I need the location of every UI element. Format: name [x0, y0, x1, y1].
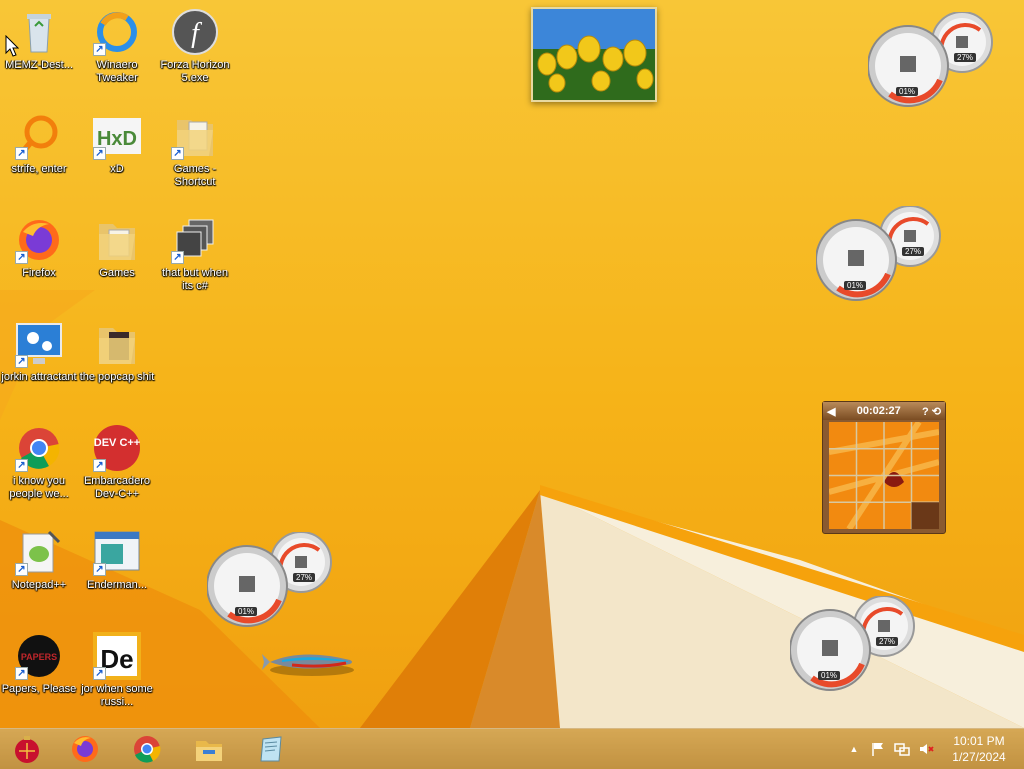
system-clock[interactable]: 10:01 PM 1/27/2024 [944, 733, 1014, 765]
clock-date: 1/27/2024 [952, 750, 1006, 764]
puzzle-header: ◀ 00:02:27 ? ⟲ [823, 402, 945, 420]
file-explorer-icon [196, 741, 222, 761]
taskbar-app-button[interactable] [246, 731, 296, 767]
taskbar-chrome-button[interactable] [122, 731, 172, 767]
puzzle-back-button[interactable]: ◀ [827, 405, 835, 418]
ornament-start-icon [15, 736, 39, 763]
cpu-meter-gadget[interactable]: 01% 27% [815, 205, 941, 301]
shortcut-arrow-icon: ↗ [93, 667, 106, 680]
shortcut-arrow-icon: ↗ [15, 355, 28, 368]
desktop-icon-strife[interactable]: ↗ strife, enter [0, 112, 78, 176]
picture-puzzle-gadget[interactable]: ◀ 00:02:27 ? ⟲ [822, 401, 946, 534]
desktop-icon-russian[interactable]: De ↗ jor when some russi... [78, 632, 156, 709]
shortcut-arrow-icon: ↗ [93, 147, 106, 160]
desktop-icon-winaero[interactable]: ↗ Winaero Tweaker [78, 8, 156, 85]
recycle-bin-icon [15, 8, 63, 56]
mouse-cursor-icon [5, 35, 19, 57]
puzzle-reset-button[interactable]: ⟲ [932, 406, 941, 418]
de-app-icon: De ↗ [93, 632, 141, 680]
desktop-icon-notepadpp[interactable]: ↗ Notepad++ [0, 528, 78, 592]
memory-usage-label: 27% [876, 637, 899, 646]
cpu-usage-label: 01% [235, 607, 258, 616]
desktop-icon-devcpp[interactable]: DEV C++ ↗ Embarcadero Dev-C++ [78, 424, 156, 501]
magnifier-icon: ↗ [15, 112, 63, 160]
winaero-tweaker-icon: ↗ [93, 8, 141, 56]
cpu-usage-label: 01% [818, 671, 841, 680]
window-app-icon: ↗ [93, 528, 141, 576]
start-button[interactable] [2, 731, 52, 767]
dev-glyph: DEV C++ [94, 437, 140, 449]
shortcut-arrow-icon: ↗ [15, 563, 28, 576]
shortcut-arrow-icon: ↗ [93, 43, 106, 56]
folder-icon: ↗ [171, 112, 219, 160]
taskbar: ▲ 10:01 PM 1/27/2024 [0, 728, 1024, 769]
desktop-icon-firefox[interactable]: ↗ Firefox [0, 216, 78, 280]
desktop-icon-csharp[interactable]: ↗ that but when its c# [156, 216, 234, 293]
chrome-icon: ↗ [15, 424, 63, 472]
puzzle-help-button[interactable]: ? [922, 406, 929, 418]
notepad-plus-plus-icon: ↗ [15, 528, 63, 576]
chrome-icon [134, 736, 161, 763]
shortcut-arrow-icon: ↗ [15, 667, 28, 680]
folder-icon [93, 320, 141, 368]
desktop[interactable]: MEMZ-Dest... ↗ strife, enter ↗ Firefox ↗… [0, 0, 1024, 728]
cpu-usage-label: 01% [844, 281, 867, 290]
cpu-meter-gadget[interactable]: 01% 27% [789, 595, 915, 691]
shortcut-arrow-icon: ↗ [171, 251, 184, 264]
hxd-icon: HxD ↗ [93, 112, 141, 160]
shortcut-arrow-icon: ↗ [15, 147, 28, 160]
desktop-icon-games[interactable]: Games [78, 216, 156, 280]
network-icon[interactable] [894, 741, 910, 757]
dev-cpp-icon: DEV C++ ↗ [93, 424, 141, 472]
desktop-icon-chrome[interactable]: ↗ i know you people we... [0, 424, 78, 501]
shortcut-arrow-icon: ↗ [93, 563, 106, 576]
shortcut-arrow-icon: ↗ [171, 147, 184, 160]
puzzle-timer: 00:02:27 [856, 405, 901, 417]
action-center-flag-icon[interactable] [870, 741, 886, 757]
memory-usage-label: 27% [954, 53, 977, 62]
flash-icon: f [171, 8, 219, 56]
desktop-icon-jorkin[interactable]: ↗ jorkin attractant [0, 320, 78, 384]
show-hidden-icons-button[interactable]: ▲ [846, 741, 862, 757]
cpu-meter-gadget[interactable]: 01% 27% [867, 11, 993, 107]
clock-time: 10:01 PM [953, 734, 1005, 748]
firefox-icon [72, 736, 98, 762]
taskbar-firefox-button[interactable] [60, 731, 110, 767]
desktop-icon-games-shortcut[interactable]: ↗ Games - Shortcut [156, 112, 234, 189]
desktop-icon-xd[interactable]: HxD ↗ xD [78, 112, 156, 176]
desktop-icon-papers-please[interactable]: PAPERS ↗ Papers, Please [0, 632, 78, 696]
shortcut-arrow-icon: ↗ [93, 459, 106, 472]
desktop-icon-enderman[interactable]: ↗ Enderman... [78, 528, 156, 592]
papers-please-icon: PAPERS ↗ [15, 632, 63, 680]
puzzle-tiles[interactable] [829, 422, 939, 529]
notepad-icon [260, 736, 282, 762]
shortcut-arrow-icon: ↗ [15, 459, 28, 472]
notification-area: ▲ [846, 741, 934, 757]
stacked-windows-icon: ↗ [171, 216, 219, 264]
shortcut-arrow-icon: ↗ [15, 251, 28, 264]
cpu-meter-gadget[interactable]: 01% 27% [206, 531, 332, 627]
desktop-icon-forza[interactable]: f Forza Horizon 5.exe [156, 8, 234, 85]
cpu-usage-label: 01% [896, 87, 919, 96]
taskbar-explorer-button[interactable] [184, 731, 234, 767]
fish-sprite [262, 654, 354, 676]
firefox-icon: ↗ [15, 216, 63, 264]
desktop-icon-popcap[interactable]: the popcap shit [78, 320, 156, 384]
papers-glyph: PAPERS [21, 652, 57, 662]
memory-usage-label: 27% [902, 247, 925, 256]
slideshow-gadget[interactable] [531, 7, 657, 102]
settings-monitor-icon: ↗ [15, 320, 63, 368]
tulips-photo [533, 9, 655, 100]
memory-usage-label: 27% [293, 573, 316, 582]
volume-muted-icon[interactable] [918, 741, 934, 757]
folder-icon [93, 216, 141, 264]
